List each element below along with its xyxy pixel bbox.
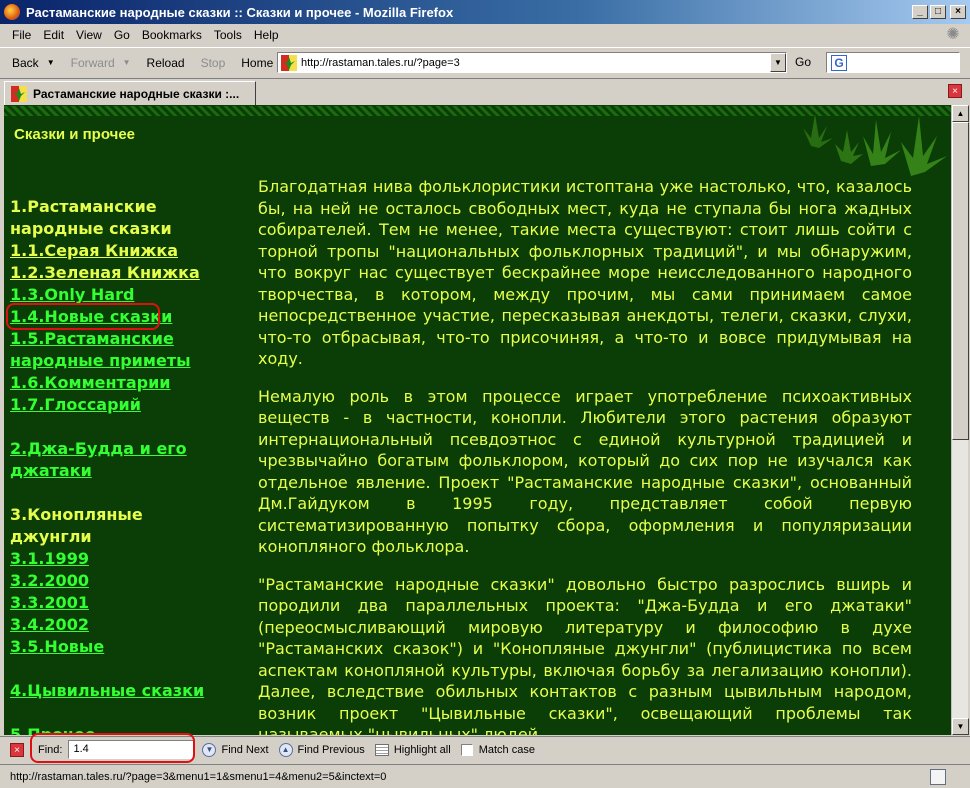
menu-file[interactable]: File — [6, 28, 37, 42]
menu-edit[interactable]: Edit — [37, 28, 70, 42]
annotation-highlight-ring — [6, 303, 160, 330]
back-label: Back — [12, 55, 39, 70]
article-paragraph: Благодатная нива фольклористики истоптан… — [258, 177, 912, 368]
tab-bar: Растаманские народные сказки :... — [0, 78, 970, 106]
highlight-all-button[interactable]: Highlight all — [374, 743, 451, 756]
page-info-icon[interactable] — [930, 768, 946, 785]
menu-link-1-1[interactable]: 1.1.Серая Книжка — [10, 240, 220, 262]
scroll-up-icon[interactable]: ▲ — [952, 105, 969, 122]
back-dropdown-icon[interactable]: ▼ — [47, 58, 55, 67]
article-paragraph: "Растаманские народные сказки" довольно … — [258, 574, 912, 736]
menu-view[interactable]: View — [70, 28, 108, 42]
menu-link-1-6[interactable]: 1.6.Комментарии — [10, 372, 220, 394]
highlight-icon — [374, 743, 389, 756]
menu-tools[interactable]: Tools — [208, 28, 248, 42]
find-next-label: Find Next — [221, 743, 269, 756]
title-bar: Растаманские народные сказки :: Сказки и… — [0, 0, 970, 24]
reload-button[interactable]: Reload — [139, 56, 193, 70]
window-title: Растаманские народные сказки :: Сказки и… — [26, 4, 454, 20]
arrow-down-icon: ▼ — [202, 742, 217, 757]
tab-favicon-icon — [11, 85, 27, 102]
close-find-bar-icon[interactable]: × — [10, 742, 24, 757]
stop-button[interactable]: Stop — [193, 56, 234, 70]
menu-bar: File Edit View Go Bookmarks Tools Help — [0, 24, 970, 46]
match-case-checkbox[interactable]: Match case — [460, 743, 535, 756]
back-button[interactable]: Back ▼ — [4, 56, 63, 70]
menu-section-3-title: 3.Конопляные джунгли — [10, 505, 143, 546]
match-case-label: Match case — [478, 743, 535, 756]
site-favicon-icon — [281, 54, 297, 71]
highlight-all-label: Highlight all — [393, 743, 451, 756]
checkbox-icon[interactable] — [460, 743, 473, 756]
maximize-button[interactable]: □ — [930, 5, 946, 19]
find-previous-label: Find Previous — [297, 743, 365, 756]
close-tab-icon[interactable]: × — [948, 84, 962, 98]
article-paragraph: Немалую роль в этом процессе играет упот… — [258, 386, 912, 557]
scroll-thumb[interactable] — [952, 122, 969, 440]
menu-link-3-4[interactable]: 3.4.2002 — [10, 614, 220, 636]
menu-link-3-3[interactable]: 3.3.2001 — [10, 592, 220, 614]
menu-link-1-2[interactable]: 1.2.Зеленая Книжка — [10, 262, 220, 284]
site-title: Сказки и прочее — [14, 126, 136, 143]
menu-link-3-1[interactable]: 3.1.1999 — [10, 548, 220, 570]
tab-active[interactable]: Растаманские народные сказки :... — [4, 81, 256, 106]
status-bar: http://rastaman.tales.ru/?page=3&menu1=1… — [0, 764, 970, 788]
menu-link-3-5[interactable]: 3.5.Новые — [10, 636, 220, 658]
article-body: Благодатная нива фольклористики истоптан… — [258, 176, 912, 735]
left-navigation-menu: 1.Растаманские народные сказки 1.1.Серая… — [10, 196, 220, 735]
home-button[interactable]: Home — [233, 56, 281, 70]
page-content: Сказки и прочее 1.Растаманские народные … — [4, 105, 951, 735]
menu-link-1-5[interactable]: 1.5.Растаманские народные приметы — [10, 328, 220, 372]
minimize-button[interactable]: _ — [912, 5, 928, 19]
status-text: http://rastaman.tales.ru/?page=3&menu1=1… — [10, 770, 387, 783]
menu-help[interactable]: Help — [248, 28, 285, 42]
address-text[interactable]: http://rastaman.tales.ru/?page=3 — [301, 57, 770, 69]
forward-label: Forward — [70, 55, 115, 70]
menu-bookmarks[interactable]: Bookmarks — [136, 28, 208, 42]
address-dropdown-icon[interactable]: ▼ — [770, 53, 786, 72]
search-box[interactable]: G — [826, 52, 960, 73]
menu-section-1-title: 1.Растаманские народные сказки — [10, 197, 172, 238]
find-previous-button[interactable]: ▲ Find Previous — [278, 742, 365, 757]
menu-go[interactable]: Go — [108, 28, 136, 42]
go-button[interactable]: Go — [795, 55, 811, 69]
google-search-icon[interactable]: G — [831, 54, 847, 71]
menu-link-section-2[interactable]: 2.Джа-Будда и его джатаки — [10, 438, 220, 482]
find-next-button[interactable]: ▼ Find Next — [202, 742, 269, 757]
close-window-button[interactable]: × — [950, 5, 966, 19]
throbber-icon: ✺ — [946, 26, 960, 43]
menu-link-section-4[interactable]: 4.Цывильные сказки — [10, 680, 220, 702]
tab-label: Растаманские народные сказки :... — [33, 86, 240, 101]
forward-dropdown-icon[interactable]: ▼ — [123, 58, 131, 67]
cannabis-leaves-decoration — [803, 114, 947, 176]
forward-button[interactable]: Forward ▼ — [63, 56, 139, 70]
vertical-scrollbar[interactable]: ▲ ▼ — [951, 105, 969, 735]
scroll-down-icon[interactable]: ▼ — [952, 718, 969, 735]
arrow-up-icon: ▲ — [278, 742, 293, 757]
firefox-icon — [4, 4, 20, 20]
menu-link-1-7[interactable]: 1.7.Глоссарий — [10, 394, 220, 416]
menu-link-3-2[interactable]: 3.2.2000 — [10, 570, 220, 592]
annotation-find-ring — [30, 733, 195, 763]
address-bar[interactable]: http://rastaman.tales.ru/?page=3 ▼ — [277, 52, 787, 73]
